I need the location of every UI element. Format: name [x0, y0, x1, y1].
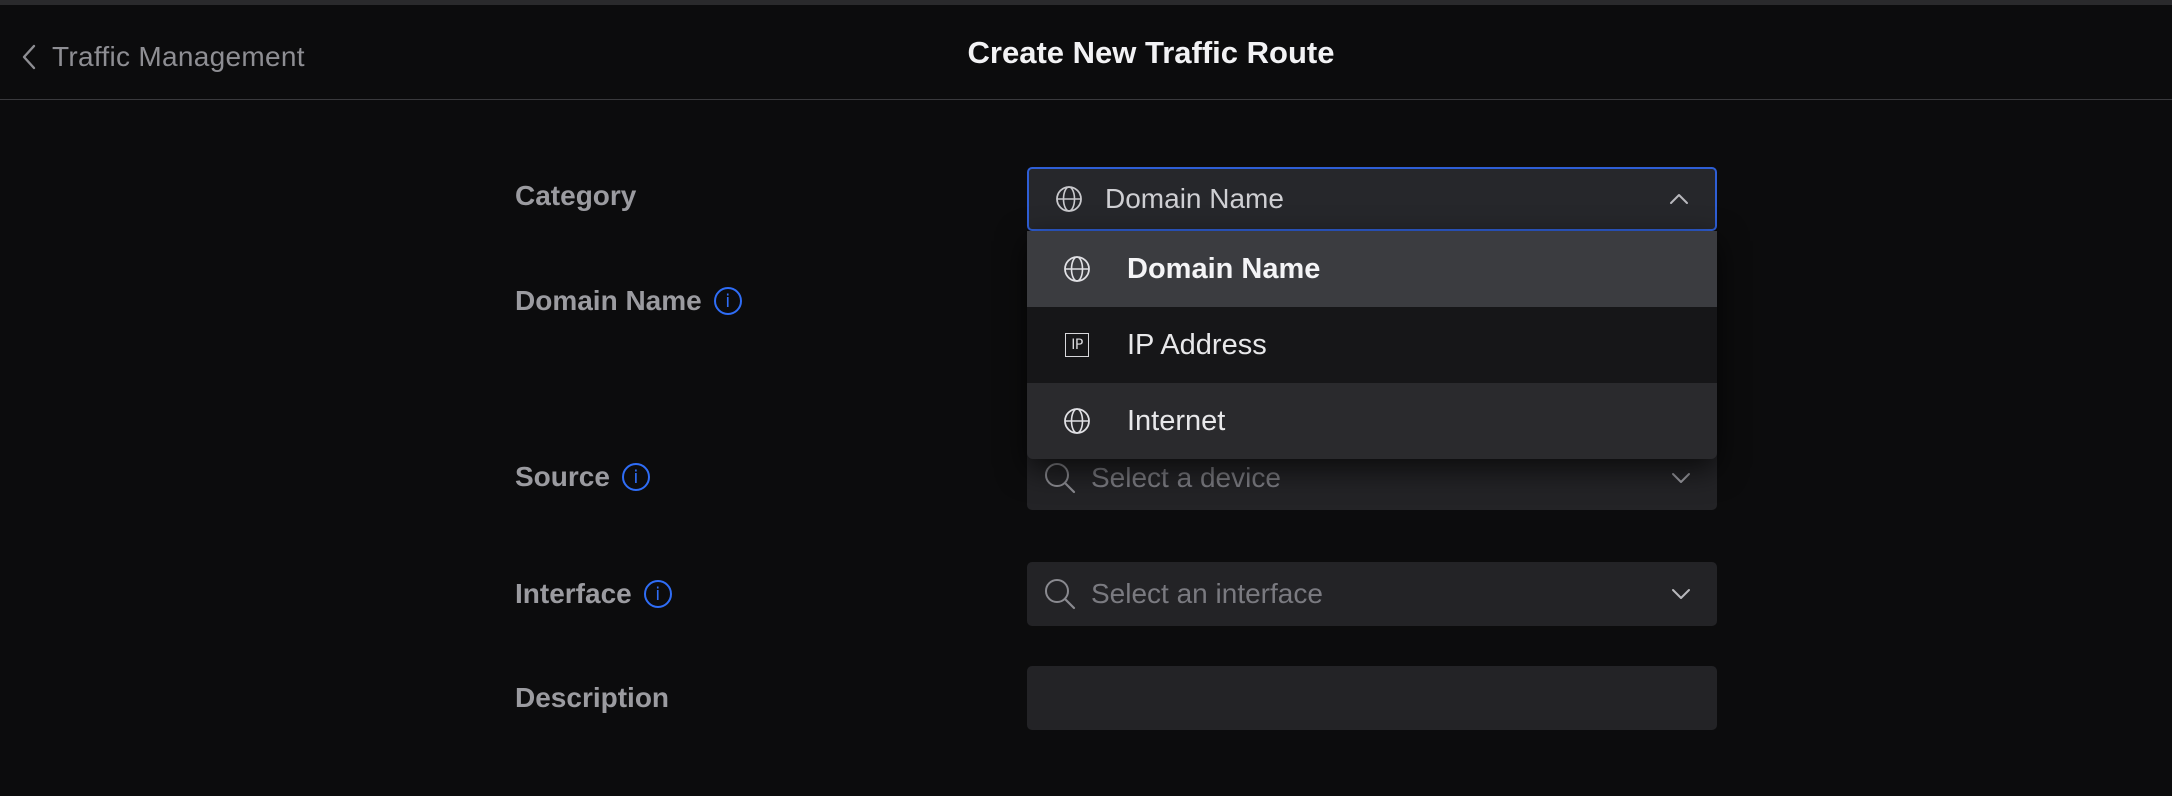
info-icon[interactable]: i — [713, 287, 742, 315]
interface-label-text: Interface — [515, 578, 632, 609]
domain-name-label: Domain Name i — [515, 285, 742, 317]
category-option-ip-address[interactable]: IP IP Address — [1027, 307, 1717, 383]
search-icon — [1045, 579, 1076, 610]
chevron-down-icon — [1672, 473, 1690, 483]
source-placeholder: Select a device — [1091, 462, 1281, 493]
page-header: Traffic Management Create New Traffic Ro… — [0, 5, 2172, 100]
category-label-text: Category — [515, 180, 637, 211]
interface-select[interactable]: Select an interface — [1027, 562, 1717, 626]
category-select[interactable]: Domain Name — [1027, 167, 1717, 231]
globe-icon — [1064, 408, 1090, 434]
info-icon[interactable]: i — [621, 463, 650, 491]
category-dropdown-menu: Domain Name IP IP Address Internet — [1027, 231, 1717, 459]
option-label: Domain Name — [1127, 252, 1321, 285]
category-option-domain-name[interactable]: Domain Name — [1027, 231, 1717, 307]
globe-icon — [1064, 256, 1090, 282]
info-icon[interactable]: i — [643, 580, 672, 608]
description-label-text: Description — [515, 682, 670, 713]
category-label: Category — [515, 180, 636, 212]
option-label: Internet — [1127, 404, 1226, 437]
interface-placeholder: Select an interface — [1091, 578, 1323, 609]
description-label: Description — [515, 682, 669, 714]
search-icon — [1045, 463, 1076, 494]
source-label: Source i — [515, 461, 650, 493]
ip-icon: IP — [1065, 333, 1089, 357]
page-title: Create New Traffic Route — [967, 35, 1335, 70]
category-option-internet[interactable]: Internet — [1027, 383, 1717, 459]
globe-icon — [1056, 186, 1082, 212]
interface-label: Interface i — [515, 578, 672, 610]
chevron-up-icon — [1670, 194, 1688, 204]
option-label: IP Address — [1127, 328, 1267, 361]
source-label-text: Source — [515, 461, 610, 492]
description-input[interactable] — [1027, 666, 1717, 730]
domain-name-label-text: Domain Name — [515, 285, 702, 316]
category-selected-value: Domain Name — [1105, 183, 1284, 214]
chevron-down-icon — [1672, 589, 1690, 599]
